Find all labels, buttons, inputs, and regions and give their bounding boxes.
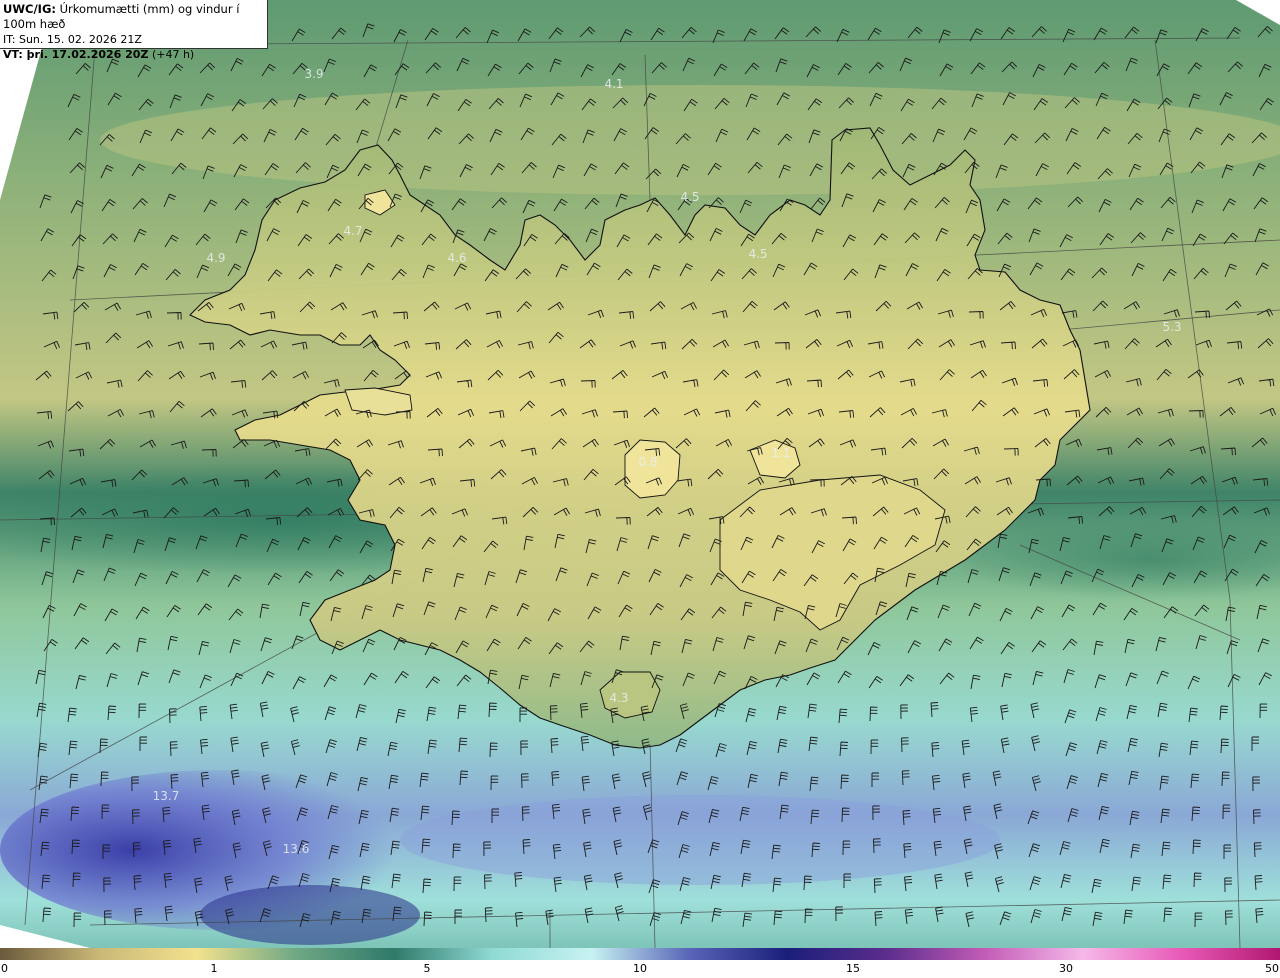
val-trollaskagi: 4.5 <box>748 247 767 261</box>
header-title-line: UWC/IG: Úrkomumætti (mm) og vindur í 100… <box>3 2 264 32</box>
val-north-sea: 4.1 <box>604 77 623 91</box>
weather-map: 3.9 4.1 4.5 4.7 4.9 4.6 4.5 5.3 0.8 1.1 4.3 13.7 13.… <box>0 0 1280 978</box>
initial-time: IT: Sun. 15. 02. 2026 21Z <box>3 33 142 46</box>
val-westfjords-east: 4.7 <box>343 224 362 238</box>
val-nw-sea: 3.9 <box>304 67 323 81</box>
val-east-sea: 5.3 <box>1162 320 1181 334</box>
val-sw-sea: 13.7 <box>153 789 180 803</box>
colorbar-tick-1: 1 <box>210 962 218 975</box>
val-myrdalsjokull: 4.3 <box>609 691 628 705</box>
colorbar-tick-0: 0 <box>1 962 8 975</box>
val-highlands: 1.1 <box>771 446 790 460</box>
val-south-sea: 13.6 <box>283 842 310 856</box>
valid-time: VT: þri. 17.02.2026 20Z <box>3 48 149 61</box>
map-canvas: 3.9 4.1 4.5 4.7 4.9 4.6 4.5 5.3 0.8 1.1 4.3 13.7 13.… <box>0 0 1280 948</box>
colorbar-tick-5: 5 <box>423 962 431 975</box>
val-hunafloi: 4.6 <box>447 251 466 265</box>
val-skagi: 4.5 <box>680 190 699 204</box>
valid-time-line: VT: þri. 17.02.2026 20Z (+47 h) <box>3 47 264 62</box>
colorbar-tick-50: 50 <box>1265 962 1279 975</box>
colorbar-tick-15: 15 <box>846 962 860 975</box>
colorbar-tick-30: 30 <box>1059 962 1073 975</box>
model-code: UWC/IG: <box>3 2 56 16</box>
val-westfjords-west: 4.9 <box>206 251 225 265</box>
map-header: UWC/IG: Úrkomumætti (mm) og vindur í 100… <box>0 0 268 61</box>
colorbar-tick-10: 10 <box>633 962 647 975</box>
val-langjokull: 0.8 <box>638 455 657 469</box>
valid-offset: (+47 h) <box>151 48 195 61</box>
colorbar: 0 1 5 10 15 30 50 <box>0 948 1280 978</box>
colorbar-strip <box>0 948 1280 960</box>
